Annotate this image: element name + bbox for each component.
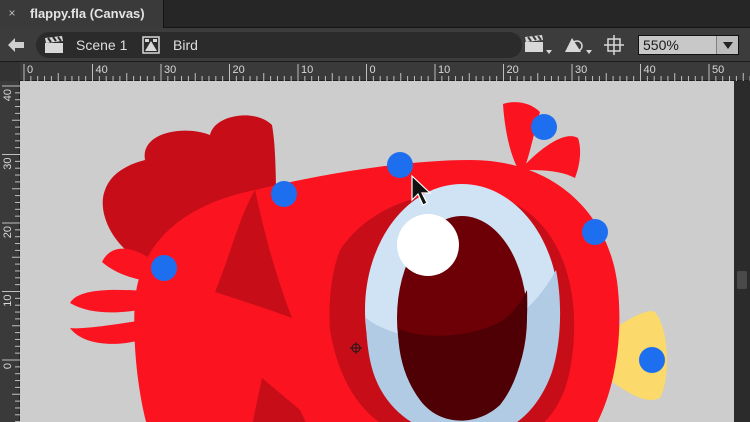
ruler-label: 0 (370, 64, 376, 76)
horizontal-ruler[interactable]: 0 40 30 20 10 0 10 20 30 40 50 (20, 62, 750, 81)
document-tab[interactable]: × flappy.fla (Canvas) (0, 0, 164, 28)
ruler-label: 40 (644, 64, 656, 76)
breadcrumb: Scene 1 Bird (36, 32, 522, 58)
bird-symbol[interactable] (20, 81, 734, 422)
ruler-label: 10 (438, 64, 450, 76)
ruler-label: 10 (301, 64, 313, 76)
ruler-label: 20 (2, 226, 14, 238)
control-point[interactable] (151, 255, 177, 281)
document-tab-title: flappy.fla (Canvas) (30, 6, 145, 21)
control-point[interactable] (639, 347, 665, 373)
breadcrumb-scene[interactable]: Scene 1 (76, 37, 127, 53)
horizontal-ruler-ticks: 0 40 30 20 10 0 10 20 30 40 50 (23, 64, 750, 81)
control-point[interactable] (531, 114, 557, 140)
breadcrumb-symbol[interactable]: Bird (173, 37, 198, 53)
ruler-label: 0 (2, 363, 14, 369)
edit-bar: Scene 1 Bird 550% (0, 28, 750, 62)
control-point[interactable] (271, 181, 297, 207)
vertical-ruler-labels: 40 30 20 10 0 (2, 89, 14, 369)
control-point[interactable] (387, 152, 413, 178)
ruler-label: 40 (2, 89, 14, 101)
ruler-label: 10 (2, 295, 14, 307)
ruler-label: 30 (164, 64, 176, 76)
ruler-label: 20 (233, 64, 245, 76)
edit-symbol-icon[interactable] (562, 34, 594, 56)
clapperboard-icon[interactable] (44, 36, 64, 54)
movie-clip-symbol-icon[interactable] (142, 36, 160, 54)
ruler-corner (0, 62, 20, 81)
ruler-label: 50 (712, 64, 724, 76)
arrow-left-icon[interactable] (6, 36, 26, 54)
close-icon[interactable]: × (6, 6, 18, 20)
vertical-ruler[interactable]: 40 30 20 10 0 (0, 81, 20, 422)
horizontal-ruler-labels: 0 40 30 20 10 0 10 20 30 40 50 (27, 64, 724, 76)
vertical-scrollbar-thumb[interactable] (737, 271, 747, 289)
horizontal-ruler-tick-marks (23, 64, 750, 81)
zoom-select[interactable]: 550% (638, 35, 739, 55)
vertical-ruler-tick-marks (2, 85, 20, 422)
stage-canvas[interactable] (20, 81, 734, 422)
bird-eye-highlight[interactable] (397, 214, 459, 276)
center-stage-crosshair-icon[interactable] (604, 35, 624, 55)
edit-scene-icon[interactable] (524, 34, 554, 56)
vertical-scrollbar[interactable] (734, 81, 750, 422)
ruler-label: 40 (96, 64, 108, 76)
control-point[interactable] (582, 219, 608, 245)
zoom-dropdown-button[interactable] (716, 36, 738, 54)
ruler-label: 20 (507, 64, 519, 76)
ruler-label: 30 (575, 64, 587, 76)
zoom-value[interactable]: 550% (643, 37, 679, 53)
ruler-label: 0 (27, 64, 33, 76)
ruler-label: 30 (2, 158, 14, 170)
chevron-down-icon (723, 42, 733, 49)
document-tab-bar: × flappy.fla (Canvas) (0, 0, 750, 28)
vertical-ruler-ticks: 40 30 20 10 0 (2, 85, 20, 422)
